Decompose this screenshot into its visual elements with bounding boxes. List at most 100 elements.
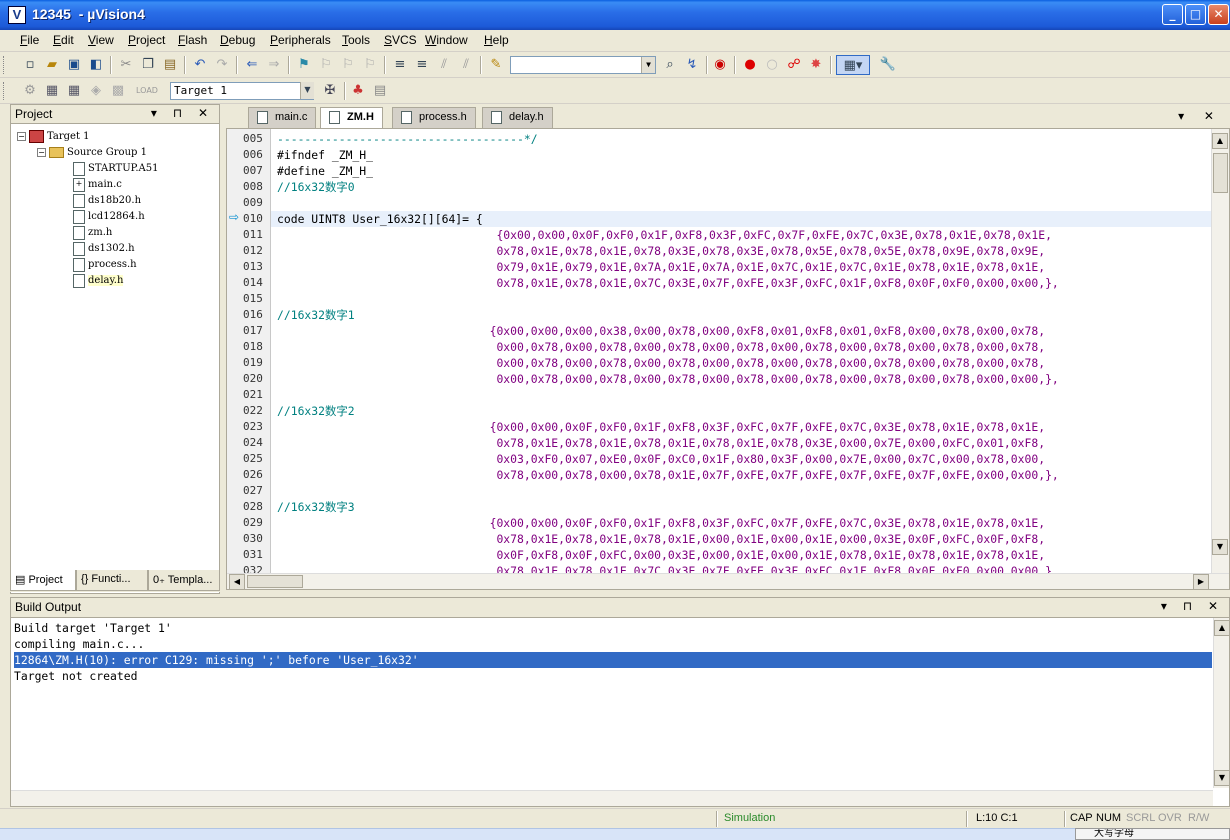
bookmark-icon[interactable]: ⚑ bbox=[294, 55, 314, 75]
menu-tools[interactable]: Tools bbox=[342, 33, 370, 47]
code-editor[interactable]: 005 006 007 008 009 ⇨ 010 011 012 013 014 015 016 017… bbox=[226, 128, 1230, 590]
tab-main-c[interactable]: main.c bbox=[248, 107, 317, 128]
debug-session-icon[interactable]: ◉ bbox=[710, 55, 730, 75]
menu-edit[interactable]: Edit bbox=[53, 33, 74, 47]
code-line[interactable]: code UINT8 User_16x32[][64]= { bbox=[277, 211, 483, 227]
code-line[interactable]: {0x00,0x00,0x0F,0xF0,0x1F,0xF8,0x3F,0xFC… bbox=[277, 419, 1046, 435]
code-line[interactable]: 0x78,0x1E,0x78,0x1E,0x78,0x1E,0x00,0x1E,… bbox=[277, 531, 1045, 547]
scroll-thumb[interactable] bbox=[1213, 153, 1228, 193]
menu-flash[interactable]: Flash bbox=[178, 33, 207, 47]
tab-process-h[interactable]: process.h bbox=[392, 107, 476, 128]
menu-help[interactable]: Help bbox=[484, 33, 509, 47]
toolbar-grip[interactable] bbox=[3, 82, 6, 100]
unindent-icon[interactable]: ≡ bbox=[412, 55, 432, 75]
new-file-icon[interactable]: ▫ bbox=[20, 55, 40, 75]
rebuild-icon[interactable]: ▦ bbox=[64, 81, 84, 101]
menu-debug[interactable]: Debug bbox=[220, 33, 255, 47]
menu-svcs[interactable]: SVCS bbox=[384, 33, 417, 47]
maximize-button[interactable]: □ bbox=[1185, 4, 1206, 25]
navigate-back-icon[interactable]: ⇐ bbox=[242, 55, 262, 75]
tab-project[interactable]: ▤ Project bbox=[10, 570, 76, 591]
ime-bar[interactable]: 大写字母 bbox=[1075, 828, 1230, 840]
expand-file-icon[interactable]: + bbox=[73, 177, 85, 192]
code-line[interactable]: //16x32数字0 bbox=[277, 179, 355, 195]
next-bookmark-icon[interactable]: ⚐ bbox=[338, 55, 358, 75]
minimize-button[interactable]: _ bbox=[1162, 4, 1183, 25]
code-line[interactable]: 0x78,0x1E,0x78,0x1E,0x78,0x3E,0x78,0x3E,… bbox=[277, 243, 1045, 259]
cut-icon[interactable]: ✂ bbox=[116, 55, 136, 75]
chevron-down-icon[interactable]: ▼ bbox=[641, 57, 655, 73]
clear-bookmarks-icon[interactable]: ⚐ bbox=[360, 55, 380, 75]
tree-item-ds18b20[interactable]: ds18b20.h bbox=[73, 193, 141, 209]
code-line[interactable]: ------------------------------------*/ bbox=[277, 131, 538, 147]
tree-item-process[interactable]: process.h bbox=[73, 257, 137, 273]
window-layout-icon[interactable]: ▦▾ bbox=[836, 55, 870, 75]
code-line[interactable]: 0x00,0x78,0x00,0x78,0x00,0x78,0x00,0x78,… bbox=[277, 339, 1045, 355]
panel-controls[interactable]: ▾ ⊓ ✕ bbox=[151, 106, 214, 120]
build-output-line[interactable]: compiling main.c... bbox=[14, 636, 1212, 652]
tree-item-target[interactable]: − Target 1 bbox=[17, 129, 90, 145]
code-line[interactable]: //16x32数字1 bbox=[277, 307, 355, 323]
editor-controls[interactable]: ▾ ✕ bbox=[1178, 109, 1222, 123]
insert-breakpoint-icon[interactable]: ● bbox=[740, 55, 760, 75]
prev-bookmark-icon[interactable]: ⚐ bbox=[316, 55, 336, 75]
code-line[interactable]: 0x78,0x1E,0x78,0x1E,0x7C,0x3E,0x7F,0xFE,… bbox=[277, 275, 1058, 291]
find-combo[interactable]: ▼ bbox=[510, 56, 656, 74]
build-icon[interactable]: ▦ bbox=[42, 81, 62, 101]
tab-delay-h[interactable]: delay.h bbox=[482, 107, 553, 128]
code-line[interactable]: 0x03,0xF0,0x07,0xE0,0x0F,0xC0,0x1F,0x80,… bbox=[277, 451, 1045, 467]
kill-breakpoints-icon[interactable]: ✸ bbox=[806, 55, 826, 75]
title-bar[interactable]: V 12345 - µVision4 _ □ ✕ bbox=[0, 0, 1230, 30]
vertical-scrollbar[interactable]: ▲ ▼ bbox=[1211, 129, 1229, 575]
save-all-icon[interactable]: ◧ bbox=[86, 55, 106, 75]
tree-item-source-group[interactable]: − Source Group 1 bbox=[37, 145, 147, 161]
tree-item-ds1302[interactable]: ds1302.h bbox=[73, 241, 135, 257]
collapse-icon[interactable]: − bbox=[37, 148, 46, 157]
tree-item-startup[interactable]: STARTUP.A51 bbox=[73, 161, 158, 177]
chevron-down-icon[interactable]: ▼ bbox=[300, 82, 314, 99]
horizontal-scrollbar[interactable]: ◀ ▶ bbox=[227, 573, 1229, 589]
horizontal-scrollbar[interactable] bbox=[11, 790, 1213, 806]
code-line[interactable]: 0x00,0x78,0x00,0x78,0x00,0x78,0x00,0x78,… bbox=[277, 355, 1045, 371]
tab-functions[interactable]: {} Functi... bbox=[76, 570, 148, 591]
configure-icon[interactable]: 🔧 bbox=[878, 55, 898, 75]
scroll-up-icon[interactable]: ▲ bbox=[1212, 133, 1228, 149]
code-line[interactable]: 0x79,0x1E,0x79,0x1E,0x7A,0x1E,0x7A,0x1E,… bbox=[277, 259, 1045, 275]
scroll-thumb[interactable] bbox=[247, 575, 303, 588]
code-line[interactable]: {0x00,0x00,0x00,0x38,0x00,0x78,0x00,0xF8… bbox=[277, 323, 1046, 339]
code-line[interactable]: 0x0F,0xF8,0x0F,0xFC,0x00,0x3E,0x00,0x1E,… bbox=[277, 547, 1045, 563]
panel-controls[interactable]: ▾ ⊓ ✕ bbox=[1161, 599, 1224, 613]
translate-icon[interactable]: ⚙ bbox=[20, 81, 40, 101]
uvision-app-icon[interactable]: V bbox=[8, 6, 26, 24]
uncomment-icon[interactable]: ⫽ bbox=[456, 55, 476, 75]
collapse-icon[interactable]: − bbox=[17, 132, 26, 141]
download-icon[interactable]: LOAD bbox=[136, 81, 158, 101]
menu-file[interactable]: File bbox=[20, 33, 39, 47]
file-extensions-icon[interactable]: ▤ bbox=[370, 81, 390, 101]
code-line[interactable]: 0x00,0x78,0x00,0x78,0x00,0x78,0x00,0x78,… bbox=[277, 371, 1058, 387]
scroll-down-icon[interactable]: ▼ bbox=[1212, 539, 1228, 555]
tab-zm-h[interactable]: ZM.H bbox=[320, 107, 383, 129]
code-line[interactable]: 0x78,0x00,0x78,0x00,0x78,0x1E,0x7F,0xFE,… bbox=[277, 467, 1058, 483]
comment-icon[interactable]: ⫽ bbox=[434, 55, 454, 75]
code-area[interactable]: ------------------------------------*/#i… bbox=[271, 129, 1211, 575]
menu-view[interactable]: View bbox=[88, 33, 114, 47]
enable-breakpoint-icon[interactable]: ○ bbox=[762, 55, 782, 75]
target-select[interactable]: Target 1 bbox=[170, 82, 314, 100]
copy-icon[interactable]: ❐ bbox=[138, 55, 158, 75]
scroll-down-icon[interactable]: ▼ bbox=[1214, 770, 1230, 786]
incremental-find-icon[interactable]: ↯ bbox=[682, 55, 702, 75]
tree-item-delay[interactable]: delay.h bbox=[73, 273, 124, 289]
code-line[interactable]: #define _ZM_H_ bbox=[277, 163, 373, 179]
code-line[interactable]: {0x00,0x00,0x0F,0xF0,0x1F,0xF8,0x3F,0xFC… bbox=[277, 515, 1046, 531]
code-line[interactable]: {0x00,0x00,0x0F,0xF0,0x1F,0xF8,0x3F,0xFC… bbox=[277, 227, 1052, 243]
stop-build-icon[interactable]: ▩ bbox=[108, 81, 128, 101]
code-line[interactable]: //16x32数字3 bbox=[277, 499, 355, 515]
navigate-forward-icon[interactable]: ⇒ bbox=[264, 55, 284, 75]
menu-peripherals[interactable]: Peripherals bbox=[270, 33, 331, 47]
batch-build-icon[interactable]: ◈ bbox=[86, 81, 106, 101]
scroll-right-icon[interactable]: ▶ bbox=[1193, 574, 1209, 589]
undo-icon[interactable]: ↶ bbox=[190, 55, 210, 75]
save-icon[interactable]: ▣ bbox=[64, 55, 84, 75]
target-options-icon[interactable]: ✠ bbox=[320, 81, 340, 101]
